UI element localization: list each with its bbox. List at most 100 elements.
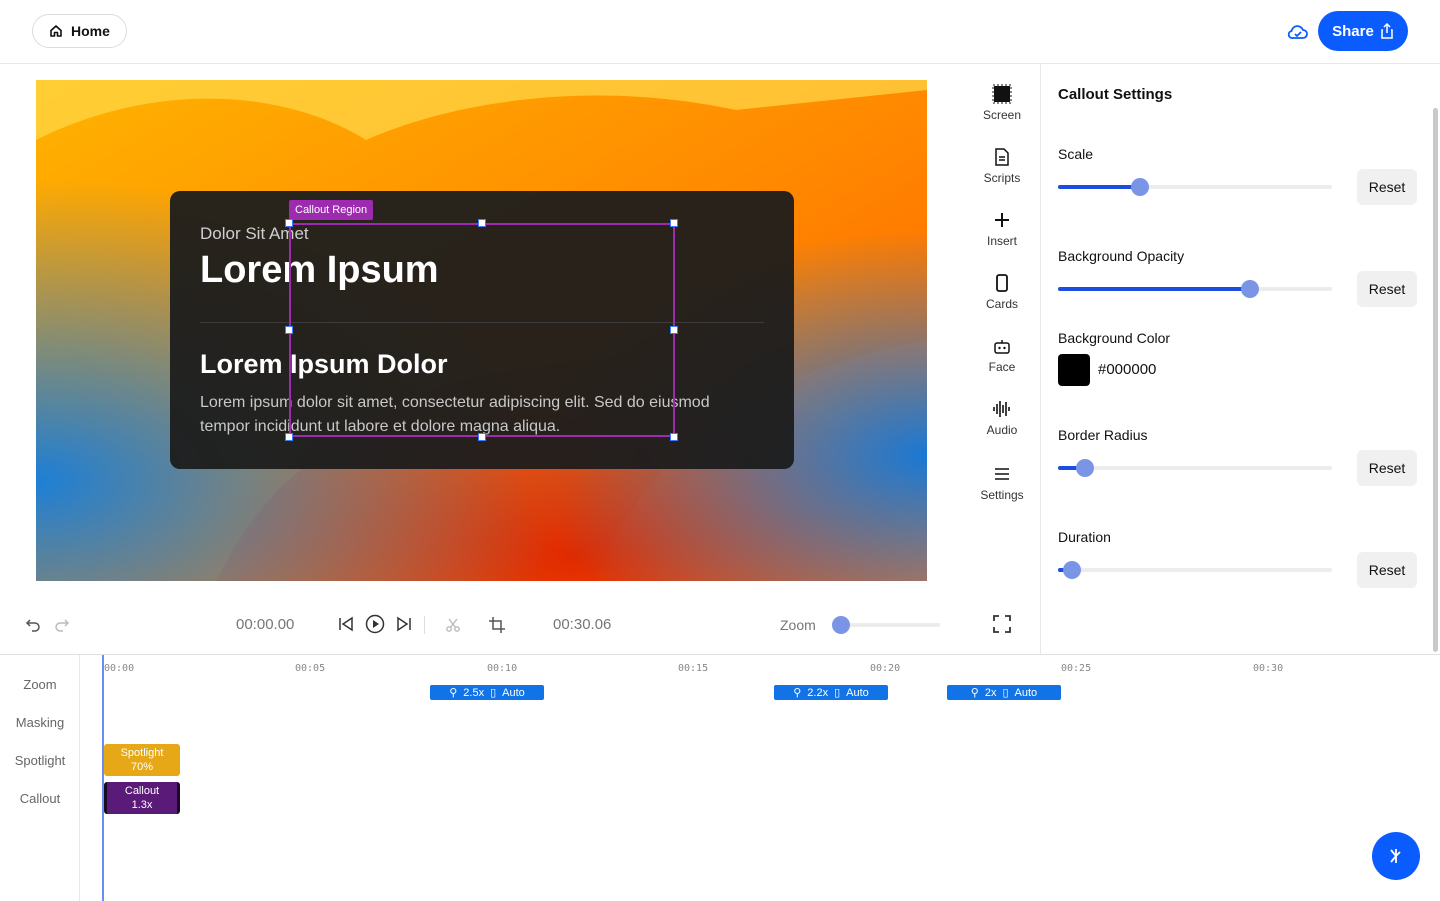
mouse-icon: ▯ <box>490 687 497 699</box>
color-value[interactable]: #000000 <box>1098 361 1156 378</box>
tool-label: Settings <box>980 488 1024 502</box>
current-time: 00:00.00 <box>236 616 295 633</box>
slider-fill <box>1058 185 1141 189</box>
home-label: Home <box>71 23 110 39</box>
clip-value: 1.3x <box>131 799 153 811</box>
slider-thumb[interactable] <box>1062 561 1081 579</box>
assistant-button[interactable] <box>1372 832 1420 880</box>
scale-slider[interactable] <box>1058 178 1332 196</box>
magnifier-icon: ⚲ <box>449 687 458 699</box>
tool-scripts[interactable]: Scripts <box>962 147 1042 185</box>
duration-reset-button[interactable]: Reset <box>1357 552 1417 588</box>
top-bar: Home Share <box>0 0 1440 64</box>
tool-audio[interactable]: Audio <box>962 399 1042 437</box>
document-icon <box>995 148 1009 166</box>
tool-label: Face <box>988 360 1016 374</box>
playback-controls: 00:00.00 00:30.06 Zoom <box>0 600 1040 654</box>
zoom-clip[interactable]: ⚲ 2x ▯ Auto <box>947 685 1061 700</box>
magnifier-icon: ⚲ <box>970 687 979 699</box>
home-button[interactable]: Home <box>32 14 127 48</box>
duration-slider[interactable] <box>1058 561 1332 579</box>
resize-handle-mr[interactable] <box>670 326 678 334</box>
radius-reset-button[interactable]: Reset <box>1357 450 1417 486</box>
tool-label: Cards <box>985 297 1018 311</box>
radius-label: Border Radius <box>1058 427 1148 443</box>
share-button[interactable]: Share <box>1318 11 1408 51</box>
video-canvas[interactable]: Dolor Sit Amet Lorem Ipsum Lorem Ipsum D… <box>36 80 927 581</box>
tool-cards[interactable]: Cards <box>962 273 1042 311</box>
share-icon <box>1381 23 1393 39</box>
skip-forward-icon[interactable] <box>395 615 413 633</box>
magnifier-icon: ⚲ <box>793 687 802 699</box>
share-label: Share <box>1332 22 1374 40</box>
slider-thumb[interactable] <box>1240 280 1259 298</box>
tick-label: 00:10 <box>487 663 518 674</box>
clip-name: Spotlight <box>120 747 164 759</box>
track-label-zoom: Zoom <box>23 677 57 692</box>
waveform-icon <box>993 401 1010 417</box>
callout-region-label: Callout Region <box>289 200 374 220</box>
playhead[interactable] <box>102 655 104 901</box>
cloud-sync-icon[interactable] <box>1286 20 1310 44</box>
fullscreen-icon[interactable] <box>993 615 1011 633</box>
zoom-clip[interactable]: ⚲ 2.5x ▯ Auto <box>430 685 544 700</box>
scale-reset-button[interactable]: Reset <box>1357 169 1417 205</box>
resize-handle-tm[interactable] <box>478 219 486 227</box>
play-icon[interactable] <box>365 614 385 634</box>
resize-handle-bl[interactable] <box>285 433 293 441</box>
clip-value: 70% <box>130 761 154 773</box>
zoom-clip-scale: 2.5x <box>463 686 485 699</box>
tool-label: Insert <box>986 234 1017 248</box>
spotlight-clip[interactable]: Spotlight 70% <box>104 744 180 776</box>
timeline[interactable]: Zoom Masking Spotlight Callout 00:00 00:… <box>0 654 1440 901</box>
color-swatch[interactable] <box>1058 354 1090 386</box>
total-time: 00:30.06 <box>553 616 612 633</box>
resize-handle-tr[interactable] <box>670 219 678 227</box>
zoom-slider[interactable] <box>832 616 940 634</box>
tool-label: Scripts <box>983 171 1021 185</box>
slider-thumb[interactable] <box>1131 178 1150 196</box>
resize-handle-br[interactable] <box>670 433 678 441</box>
resize-handle-ml[interactable] <box>285 326 293 334</box>
radius-slider[interactable] <box>1058 459 1332 477</box>
card-icon <box>996 274 1008 292</box>
tool-face[interactable]: Face <box>962 336 1042 374</box>
track-label-callout: Callout <box>19 791 61 806</box>
callout-clip[interactable]: Callout 1.3x <box>104 782 180 814</box>
crop-icon[interactable] <box>488 616 506 634</box>
panel-title: Callout Settings <box>1058 86 1173 103</box>
resize-handle-bm[interactable] <box>478 433 486 441</box>
plus-icon <box>995 213 1009 227</box>
mouse-icon: ▯ <box>1002 687 1009 699</box>
controls-divider <box>424 616 425 634</box>
sparkle-icon <box>1390 849 1401 863</box>
opacity-slider[interactable] <box>1058 280 1332 298</box>
resize-handle-tl[interactable] <box>285 219 293 227</box>
zoom-label: Zoom <box>780 617 816 633</box>
zoom-clip-scale: 2.2x <box>807 686 829 699</box>
robot-icon <box>994 340 1010 354</box>
zoom-clip-scale: 2x <box>984 686 997 699</box>
callout-region[interactable] <box>289 223 675 437</box>
slider-fill <box>1058 287 1250 291</box>
tick-label: 00:00 <box>104 663 135 674</box>
home-icon <box>50 25 62 37</box>
zoom-clip-mode: Auto <box>846 686 869 699</box>
skip-back-icon[interactable] <box>337 615 355 633</box>
redo-icon[interactable] <box>54 617 70 633</box>
tool-settings[interactable]: Settings <box>962 464 1042 502</box>
clip-name: Callout <box>124 785 160 797</box>
screen-icon <box>992 84 1012 104</box>
undo-icon[interactable] <box>25 617 41 633</box>
panel-scrollbar[interactable] <box>1433 108 1438 652</box>
scale-label: Scale <box>1058 146 1094 162</box>
tick-label: 00:30 <box>1253 663 1284 674</box>
opacity-reset-button[interactable]: Reset <box>1357 271 1417 307</box>
tool-insert[interactable]: Insert <box>962 210 1042 248</box>
zoom-clip[interactable]: ⚲ 2.2x ▯ Auto <box>774 685 888 700</box>
scissors-icon[interactable] <box>445 617 461 633</box>
menu-icon <box>995 468 1009 480</box>
tool-screen[interactable]: Screen <box>962 84 1042 122</box>
slider-thumb[interactable] <box>832 616 850 634</box>
slider-thumb[interactable] <box>1076 459 1095 477</box>
